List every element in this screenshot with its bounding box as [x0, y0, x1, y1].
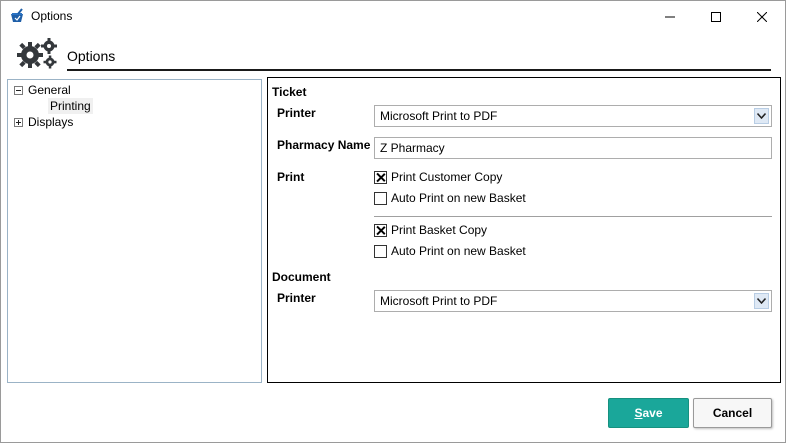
- header-divider: [67, 69, 771, 71]
- checkbox-unchecked-icon[interactable]: [374, 191, 387, 205]
- tree-item-label: Printing: [50, 99, 91, 113]
- gears-icon: [17, 38, 57, 69]
- tree-item-general[interactable]: General: [14, 82, 71, 98]
- pharmacy-name-field[interactable]: Z Pharmacy: [374, 137, 772, 159]
- checkbox-label: Print Basket Copy: [391, 223, 488, 237]
- print-options-divider: [374, 216, 772, 217]
- maximize-icon: [711, 11, 721, 22]
- ticket-section-title: Ticket: [272, 85, 307, 99]
- window-title: Options: [31, 9, 73, 23]
- ticket-printer-select[interactable]: Microsoft Print to PDF: [374, 105, 772, 127]
- chevron-down-icon[interactable]: [754, 108, 769, 124]
- print-customer-copy-checkbox[interactable]: Print Customer Copy: [374, 169, 502, 185]
- document-printer-label: Printer: [277, 291, 316, 305]
- maximize-button[interactable]: [693, 1, 739, 32]
- minimize-button[interactable]: [647, 1, 693, 32]
- tree-item-label: General: [28, 83, 71, 97]
- minimize-icon: [665, 16, 675, 17]
- page-title: Options: [67, 48, 116, 64]
- save-button[interactable]: Save: [608, 398, 689, 428]
- cancel-label: Cancel: [712, 406, 753, 420]
- options-tree[interactable]: General Printing Displays: [7, 79, 262, 383]
- auto-print-customer-checkbox[interactable]: Auto Print on new Basket: [374, 190, 526, 206]
- ticket-printer-label: Printer: [277, 106, 316, 120]
- document-printer-select[interactable]: Microsoft Print to PDF: [374, 290, 772, 312]
- pharmacy-mortar-icon: [11, 8, 23, 22]
- close-icon: [757, 11, 767, 22]
- printing-settings-panel: Ticket Printer Microsoft Print to PDF Ph…: [267, 77, 781, 383]
- chevron-down-icon[interactable]: [754, 293, 769, 309]
- checkbox-checked-icon[interactable]: [374, 223, 387, 237]
- checkbox-label: Auto Print on new Basket: [391, 244, 526, 258]
- pharmacy-name-label: Pharmacy Name: [277, 138, 371, 152]
- print-label: Print: [277, 170, 305, 184]
- checkbox-label: Print Customer Copy: [391, 170, 503, 184]
- save-accelerator: S: [634, 406, 643, 420]
- tree-item-label: Displays: [28, 115, 74, 129]
- auto-print-basket-checkbox[interactable]: Auto Print on new Basket: [374, 243, 526, 259]
- cancel-button[interactable]: Cancel: [693, 398, 772, 428]
- title-bar: Options: [1, 1, 785, 32]
- close-button[interactable]: [739, 1, 785, 32]
- ticket-printer-value: Microsoft Print to PDF: [380, 109, 498, 123]
- checkbox-unchecked-icon[interactable]: [374, 244, 387, 258]
- tree-item-printing[interactable]: Printing: [48, 98, 93, 114]
- document-printer-value: Microsoft Print to PDF: [380, 294, 498, 308]
- options-window: Options Options General Printing Display…: [0, 0, 786, 443]
- tree-item-displays[interactable]: Displays: [14, 114, 73, 130]
- save-label-rest: ave: [642, 406, 663, 420]
- print-basket-copy-checkbox[interactable]: Print Basket Copy: [374, 222, 487, 238]
- document-section-title: Document: [272, 270, 331, 284]
- expand-icon[interactable]: [14, 117, 23, 127]
- checkbox-label: Auto Print on new Basket: [391, 191, 526, 205]
- collapse-icon[interactable]: [14, 85, 23, 95]
- checkbox-checked-icon[interactable]: [374, 170, 387, 184]
- pharmacy-name-value: Z Pharmacy: [380, 141, 445, 155]
